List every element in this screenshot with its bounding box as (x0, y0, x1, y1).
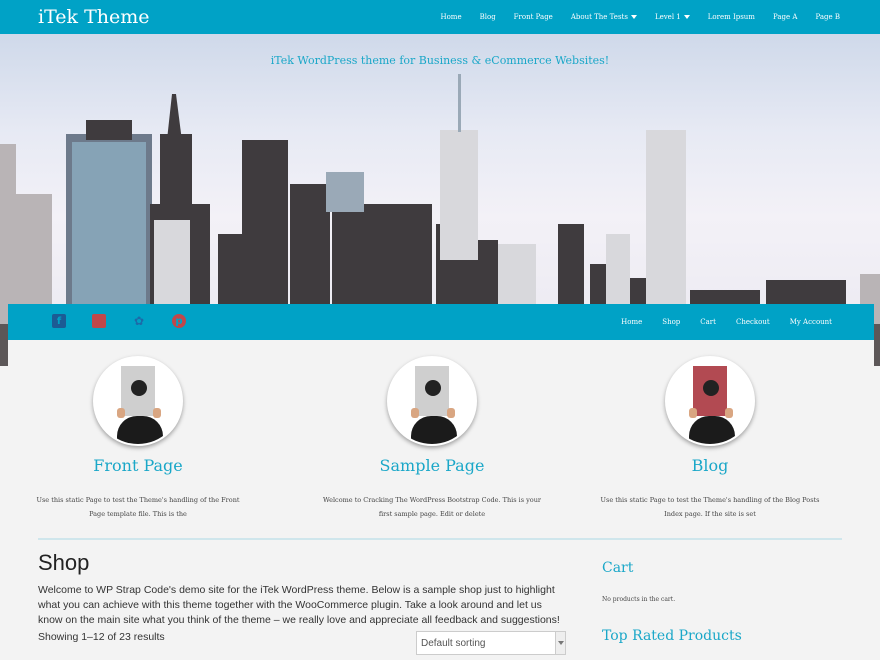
cart-widget-title: Cart (602, 560, 634, 576)
nav-blog[interactable]: Blog (480, 13, 496, 21)
top-navbar: iTek Theme Home Blog Front Page About Th… (0, 0, 880, 34)
top-rated-widget-title: Top Rated Products (602, 628, 742, 644)
nav-about-the-tests[interactable]: About The Tests (571, 13, 637, 21)
page-title: Shop (38, 550, 90, 575)
feature-excerpt: Use this static Page to test the Theme's… (600, 496, 820, 518)
feature-sample-page: Sample Page Welcome to Cracking The Word… (302, 356, 562, 521)
shop-nav-home[interactable]: Home (621, 318, 642, 326)
pinterest-icon[interactable]: p (172, 314, 186, 328)
google-plus-icon[interactable]: g (92, 314, 106, 328)
nav-about-the-tests-label: About The Tests (570, 13, 628, 21)
shop-nav-cart[interactable]: Cart (700, 318, 716, 326)
nav-home[interactable]: Home (440, 13, 461, 21)
chevron-down-icon[interactable] (555, 632, 565, 654)
nav-page-b[interactable]: Page B (815, 13, 840, 21)
primary-nav: Home Blog Front Page About The Tests Lev… (422, 0, 840, 34)
chevron-down-icon (683, 15, 690, 19)
feature-title[interactable]: Sample Page (302, 456, 562, 475)
feature-title[interactable]: Blog (580, 456, 840, 475)
feature-excerpt: Welcome to Cracking The WordPress Bootst… (322, 496, 541, 518)
feature-blog: Blog Use this static Page to test the Th… (580, 356, 840, 521)
site-title[interactable]: iTek Theme (38, 6, 150, 28)
feature-excerpt: Use this static Page to test the Theme's… (36, 496, 240, 518)
result-count: Showing 1–12 of 23 results (38, 631, 165, 643)
feature-image[interactable] (93, 356, 183, 446)
shop-nav-my-account[interactable]: My Account (790, 318, 832, 326)
nav-level-1-label: Level 1 (654, 13, 681, 21)
chevron-down-icon (630, 15, 637, 19)
nav-lorem-ipsum[interactable]: Lorem Ipsum (708, 13, 755, 21)
twitter-icon[interactable]: ✿ (132, 314, 146, 328)
site-tagline: iTek WordPress theme for Business & eCom… (270, 54, 610, 67)
feature-title[interactable]: Front Page (8, 456, 268, 475)
sort-select[interactable]: Default sorting (416, 631, 566, 655)
feature-image[interactable] (665, 356, 755, 446)
feature-front-page: Front Page Use this static Page to test … (8, 356, 268, 521)
sort-select-value: Default sorting (421, 638, 486, 649)
shop-nav-checkout[interactable]: Checkout (736, 318, 770, 326)
nav-front-page[interactable]: Front Page (514, 13, 553, 21)
cart-empty-text: No products in the cart. (602, 596, 676, 603)
social-links: f g ✿ p (52, 314, 212, 328)
shop-description: Welcome to WP Strap Code's demo site for… (38, 584, 560, 626)
nav-level-1[interactable]: Level 1 (655, 13, 690, 21)
main-content: Front Page Use this static Page to test … (8, 340, 874, 660)
feature-image[interactable] (387, 356, 477, 446)
facebook-icon[interactable]: f (52, 314, 66, 328)
shop-nav: Home Shop Cart Checkout My Account (601, 304, 832, 340)
section-divider (38, 538, 842, 540)
shop-nav-shop[interactable]: Shop (662, 318, 680, 326)
secondary-navbar: f g ✿ p Home Shop Cart Checkout My Accou… (8, 304, 874, 340)
nav-page-a[interactable]: Page A (773, 13, 797, 21)
